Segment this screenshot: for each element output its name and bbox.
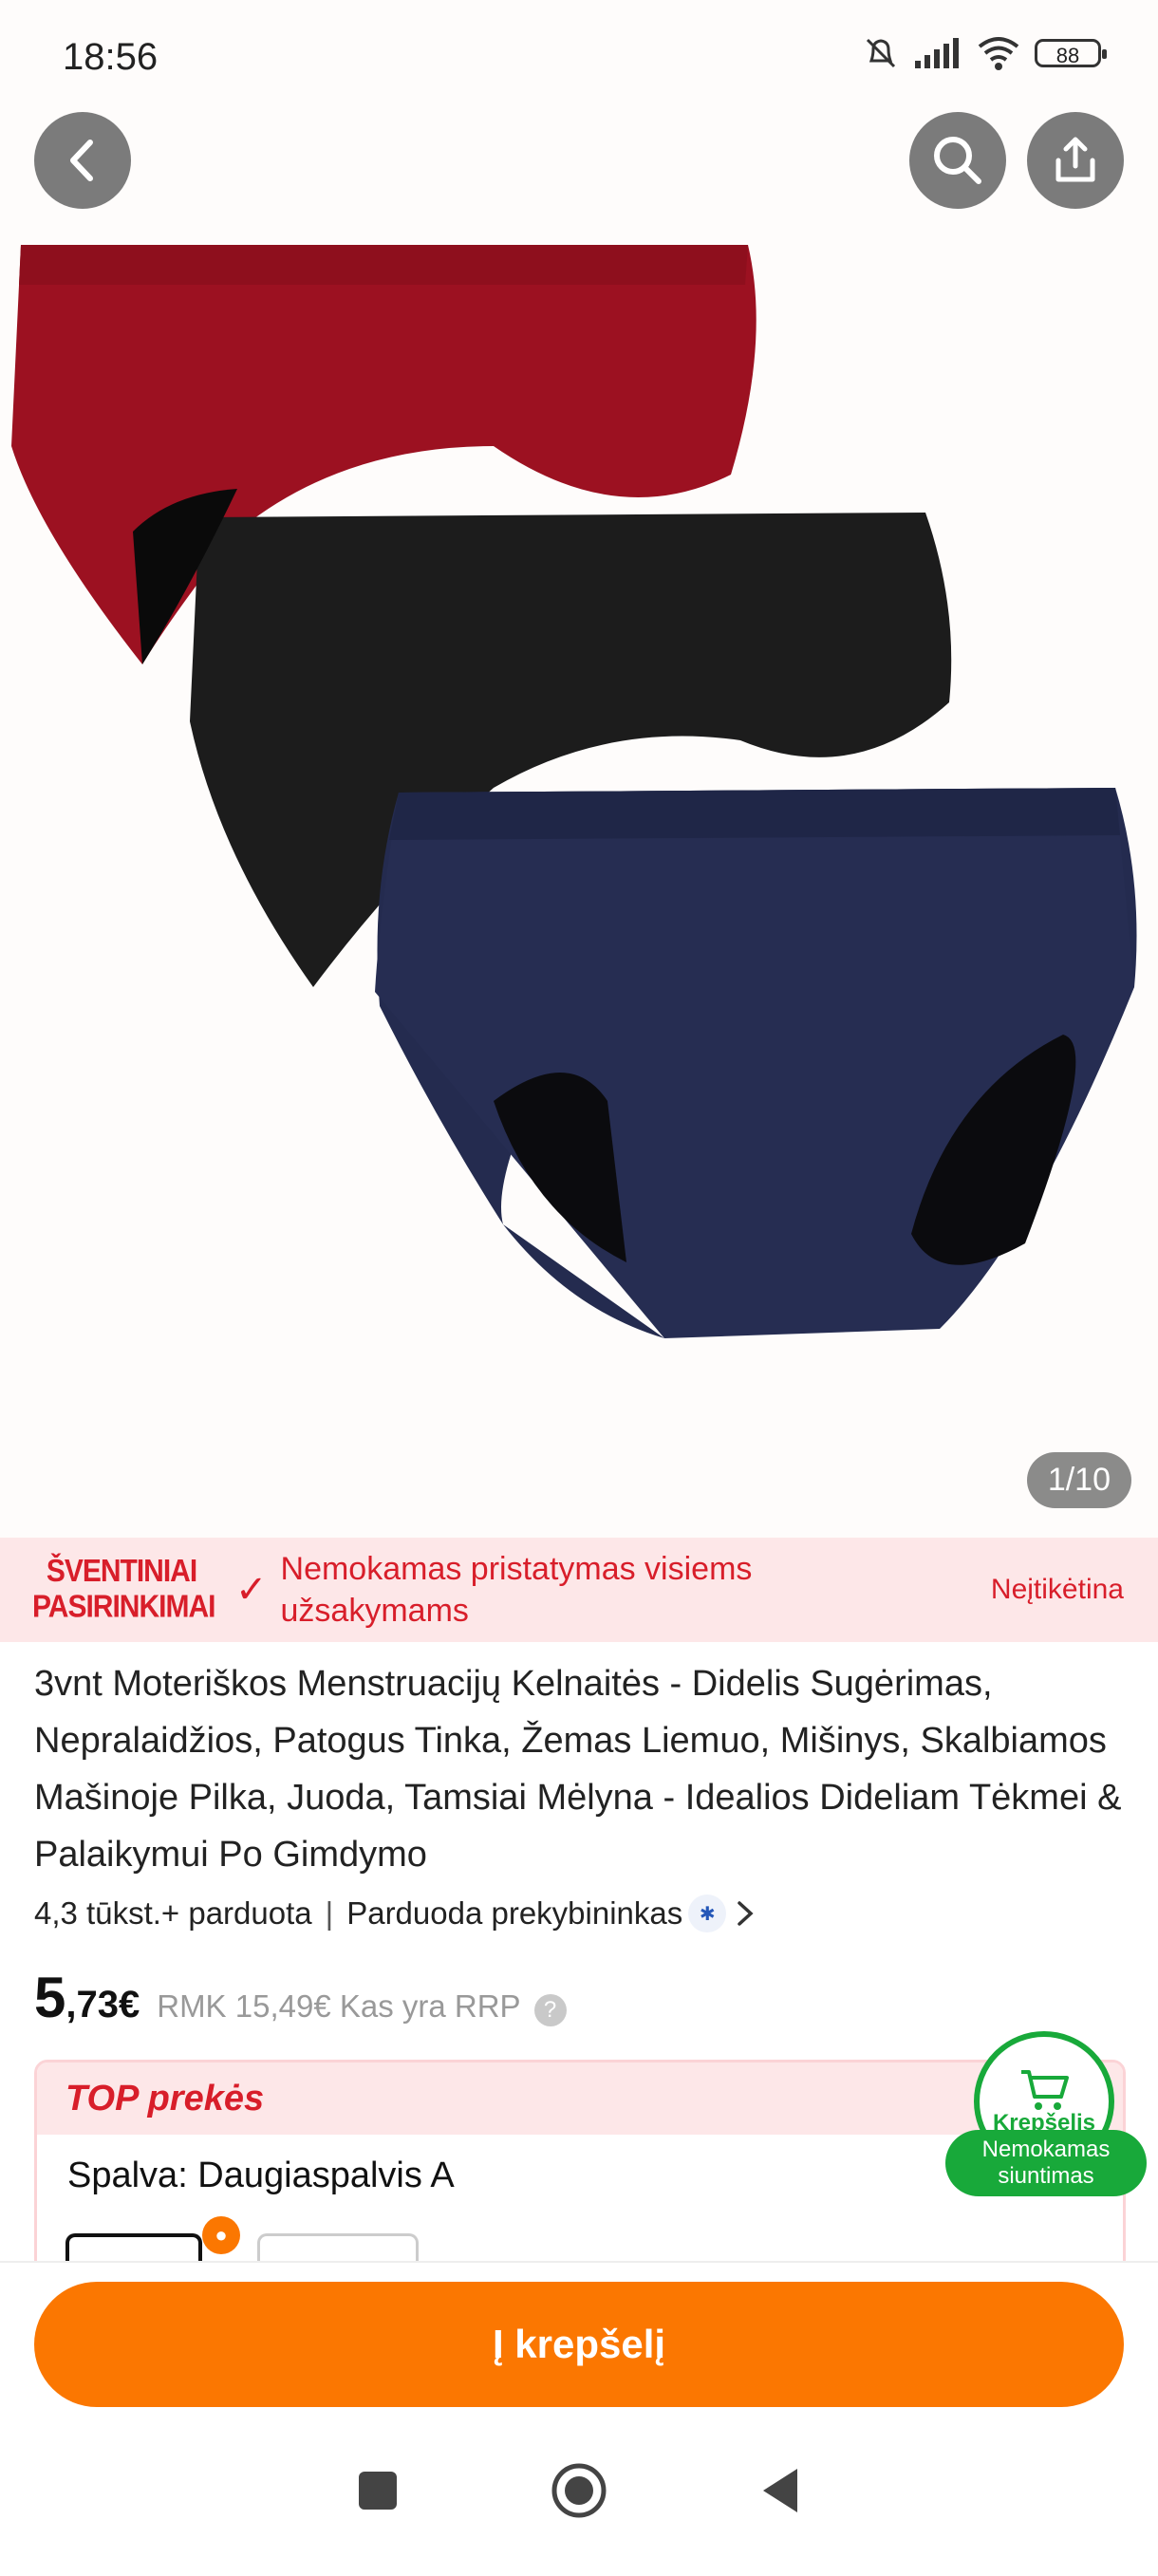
rrp-text: RMK 15,49€ Kas yra RRP — [157, 1988, 521, 2024]
back-nav-icon[interactable] — [759, 2467, 801, 2514]
price-decimal: ,73€ — [65, 1984, 140, 2025]
bottom-bar: Į krepšelį — [0, 2261, 1158, 2576]
signal-icon — [915, 38, 959, 68]
share-icon — [1055, 137, 1095, 182]
system-nav-bar — [0, 2462, 1158, 2519]
product-meta: 4,3 tūkst.+ parduota | Parduoda prekybin… — [34, 1895, 756, 1932]
check-icon: ✓ — [235, 1569, 268, 1611]
add-to-cart-button[interactable]: Į krepšelį — [34, 2282, 1124, 2407]
status-time: 18:56 — [63, 36, 159, 78]
battery-indicator: 88 — [1035, 39, 1107, 67]
promo-logo-line2: PASIRINKIMAI — [32, 1590, 215, 1625]
sold-count: 4,3 tūkst.+ parduota — [34, 1895, 312, 1931]
free-shipping-badge: Nemokamas siuntimas — [945, 2130, 1147, 2196]
separator: | — [325, 1895, 334, 1931]
promo-banner[interactable]: ŠVENTINIAI PASIRINKIMAI ✓ Nemokamas pris… — [0, 1538, 1158, 1642]
help-icon[interactable]: ? — [533, 1994, 567, 2026]
top-section-header: TOP prekės — [37, 2063, 1123, 2135]
promo-logo-line1: ŠVENTINIAI — [46, 1554, 197, 1589]
price-integer: 5 — [34, 1966, 66, 2029]
search-icon — [934, 137, 981, 184]
back-button[interactable] — [34, 112, 131, 209]
chevron-left-icon — [70, 140, 93, 181]
wifi-icon — [978, 37, 1019, 70]
status-bar: 18:56 88 — [0, 0, 1158, 114]
product-image — [11, 245, 1137, 1338]
hot-badge-icon: ● — [202, 2216, 240, 2254]
promo-logo: ŠVENTINIAI PASIRINKIMAI — [32, 1554, 215, 1626]
cart-icon — [1021, 2070, 1069, 2110]
promo-text: Nemokamas pristatymas visiems užsakymams — [280, 1551, 753, 1629]
recent-apps-icon[interactable] — [357, 2470, 399, 2511]
image-counter: 1/10 — [1026, 1452, 1131, 1508]
product-title: 3vnt Moteriškos Menstruacijų Kelnaitės -… — [34, 1664, 1122, 1875]
seller-logo-icon: ✱ — [688, 1895, 727, 1932]
home-icon[interactable] — [551, 2462, 607, 2519]
search-button[interactable] — [909, 112, 1006, 209]
price-row: 5 ,73€ RMK 15,49€ Kas yra RRP ? — [34, 1965, 567, 2030]
promo-link[interactable]: Neįtikėtina — [991, 1574, 1124, 1606]
chevron-right-icon[interactable] — [734, 1899, 756, 1928]
seller-link[interactable]: Parduoda prekybininkas — [346, 1895, 682, 1932]
share-button[interactable] — [1027, 112, 1124, 209]
mute-bell-icon — [866, 38, 896, 68]
product-image-gallery[interactable]: 1/10 — [0, 0, 1158, 1538]
